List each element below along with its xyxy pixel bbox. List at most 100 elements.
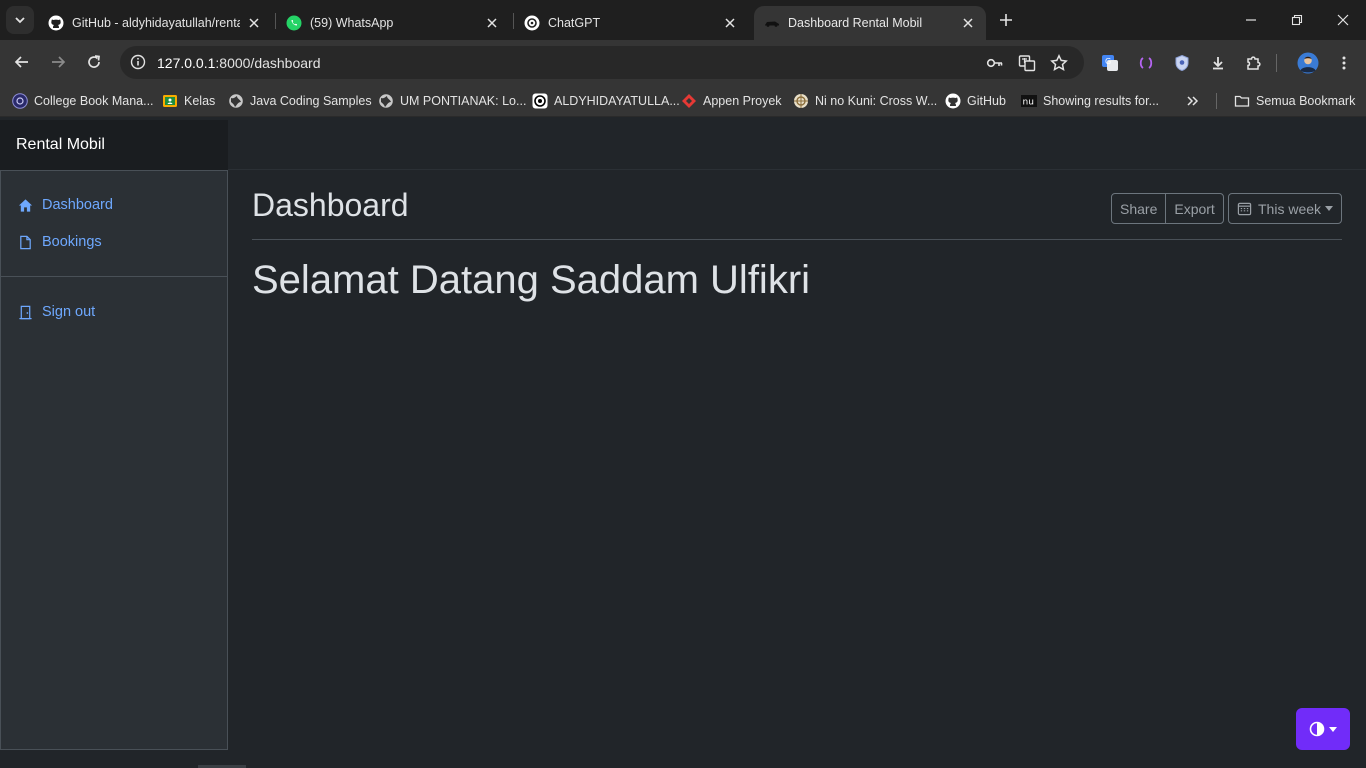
bracket-extension-icon[interactable] [1134, 51, 1158, 75]
tab-search-button[interactable] [6, 6, 34, 34]
sidebar-item-label: Bookings [42, 234, 102, 250]
bookmark-java-coding-samples[interactable]: Java Coding Samples [228, 91, 372, 111]
shield-icon[interactable] [1170, 51, 1194, 75]
reload-button[interactable] [80, 48, 108, 76]
sidebar-item-label: Sign out [42, 304, 96, 320]
caret-down-icon [1325, 206, 1333, 211]
bookmarks-divider [1216, 93, 1217, 109]
welcome-heading: Selamat Datang Saddam Ulfikri [252, 258, 811, 302]
all-bookmarks-folder[interactable]: Semua Bookmark [1234, 91, 1355, 111]
sidebar-item-bookings[interactable]: Bookings [17, 234, 102, 250]
tab-chatgpt[interactable]: ChatGPT [514, 6, 748, 40]
globe-icon [228, 93, 244, 109]
bookmark-showing-results[interactable]: nu Showing results for... [1021, 91, 1159, 111]
bookmark-label: Showing results for... [1043, 94, 1160, 108]
tab-title: ChatGPT [548, 16, 601, 30]
tab-dashboard-rental-mobil[interactable]: Dashboard Rental Mobil [754, 6, 986, 40]
bookmark-label: UM PONTIANAK: Lo... [400, 94, 527, 108]
puzzle-icon[interactable] [1242, 51, 1266, 75]
export-button[interactable]: Export [1165, 194, 1222, 223]
minimize-icon [1246, 19, 1256, 21]
more-bookmarks-button[interactable] [1186, 91, 1200, 111]
star-icon[interactable] [1048, 52, 1070, 74]
openai-icon [524, 15, 540, 31]
url-text[interactable]: 127.0.0.1:8000/dashboard [157, 55, 320, 71]
period-label: This week [1258, 200, 1322, 217]
close-icon[interactable] [484, 15, 500, 31]
new-tab-button[interactable] [994, 8, 1018, 32]
kebab-menu-icon[interactable] [1332, 51, 1356, 75]
restore-button[interactable] [1274, 0, 1320, 40]
github-icon [48, 15, 64, 31]
bookmark-ni-no-kuni[interactable]: Ni no Kuni: Cross W... [793, 91, 937, 111]
page-title: Dashboard [252, 187, 409, 223]
car-icon [764, 15, 780, 31]
sidebar-divider [1, 276, 227, 277]
tab-title: GitHub - aldyhidayatullah/rental [72, 16, 240, 30]
share-export-group: Share Export [1111, 193, 1224, 224]
url-host: 127.0.0.1 [157, 55, 216, 71]
arrow-right-icon [52, 56, 66, 68]
caret-down-icon [1329, 726, 1337, 732]
bookmark-appen-proyek[interactable]: Appen Proyek [681, 91, 782, 111]
folder-icon [1234, 93, 1250, 109]
close-icon[interactable] [960, 15, 976, 31]
navbar-brand[interactable]: Rental Mobil [0, 120, 228, 170]
share-button[interactable]: Share [1112, 194, 1165, 223]
sidebar-item-sign-out[interactable]: Sign out [17, 304, 95, 320]
bookmark-aldyhidayatullah[interactable]: ALDYHIDAYATULLA... [532, 91, 680, 111]
sidebar-item-label: Dashboard [42, 197, 113, 213]
close-window-button[interactable] [1320, 0, 1366, 40]
back-button[interactable] [8, 48, 36, 76]
theme-toggle-button[interactable] [1296, 708, 1350, 750]
site-info-icon[interactable] [128, 52, 148, 72]
page-viewport: Rental Mobil Dashboard Bookings Sign out… [0, 120, 1366, 768]
key-icon[interactable] [984, 52, 1006, 74]
bookmark-label: GitHub [967, 94, 1006, 108]
github-icon [945, 93, 961, 109]
game-icon [793, 93, 809, 109]
bookmark-college-book[interactable]: College Book Mana... [12, 91, 154, 111]
circle-half-icon [1309, 721, 1325, 737]
sidebar: Dashboard Bookings Sign out [0, 170, 228, 750]
sidebar-item-dashboard[interactable]: Dashboard [17, 197, 113, 213]
restore-icon [1291, 14, 1303, 26]
door-icon [17, 304, 33, 320]
close-icon [1337, 14, 1349, 26]
bookmark-label: ALDYHIDAYATULLA... [554, 94, 680, 108]
plus-icon [1000, 14, 1012, 26]
tab-title: (59) WhatsApp [310, 16, 394, 30]
toolbar-divider [1276, 54, 1277, 72]
tab-github[interactable]: GitHub - aldyhidayatullah/rental [38, 6, 272, 40]
tab-whatsapp[interactable]: (59) WhatsApp [276, 6, 510, 40]
svg-text:G: G [1105, 57, 1111, 66]
bookmark-label: Ni no Kuni: Cross W... [815, 94, 938, 108]
download-icon[interactable] [1206, 51, 1230, 75]
svg-text:nu: nu [1023, 98, 1034, 108]
close-icon[interactable] [246, 15, 262, 31]
appen-icon [681, 93, 697, 109]
chevron-down-icon [15, 17, 25, 24]
bookmark-label: Java Coding Samples [250, 94, 372, 108]
translate-icon[interactable] [1016, 52, 1038, 74]
header-divider [252, 239, 1342, 240]
bookmark-github[interactable]: GitHub [945, 91, 1006, 111]
avatar[interactable] [1296, 51, 1320, 75]
reload-icon [88, 55, 100, 68]
double-chevron-right-icon [1187, 96, 1199, 106]
close-icon[interactable] [722, 15, 738, 31]
target-icon [532, 93, 548, 109]
calendar-icon [1237, 201, 1252, 216]
minimize-button[interactable] [1228, 0, 1274, 40]
bookmark-label: College Book Mana... [34, 94, 154, 108]
bookmark-kelas[interactable]: Kelas [162, 91, 215, 111]
google-translate-extension-icon[interactable]: G [1098, 51, 1122, 75]
browser-toolbar: 127.0.0.1:8000/dashboard G [0, 40, 1366, 85]
bookmark-um-pontianak[interactable]: UM PONTIANAK: Lo... [378, 91, 526, 111]
forward-button[interactable] [44, 48, 72, 76]
address-bar[interactable]: 127.0.0.1:8000/dashboard [120, 46, 1084, 79]
bookmark-label: Appen Proyek [703, 94, 782, 108]
period-dropdown[interactable]: This week [1228, 193, 1342, 224]
url-path: :8000/dashboard [215, 55, 321, 71]
tab-strip: GitHub - aldyhidayatullah/rental (59) Wh… [0, 0, 1366, 40]
